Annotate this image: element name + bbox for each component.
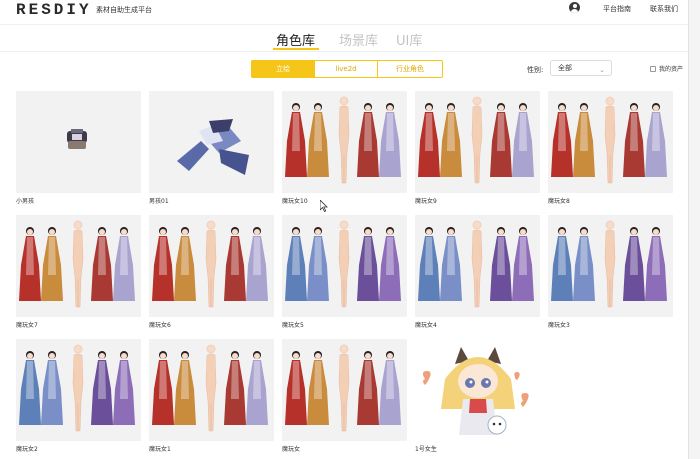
- gender-select-value: 全部: [558, 64, 572, 72]
- asset-card[interactable]: 魔玩女8: [548, 91, 673, 206]
- asset-card-label: 小男孩: [16, 198, 35, 205]
- asset-thumbnail[interactable]: [149, 339, 274, 441]
- gender-select[interactable]: 全部 ⌄: [550, 60, 612, 76]
- header-divider: [0, 24, 688, 25]
- asset-thumbnail[interactable]: [282, 215, 407, 317]
- my-assets-toggle[interactable]: 我的资产: [650, 64, 683, 73]
- asset-card[interactable]: 魔玩女2: [16, 339, 141, 454]
- my-assets-label: 我的资产: [659, 66, 684, 73]
- scrollbar[interactable]: [688, 0, 700, 459]
- nav-guide-link[interactable]: 平台指南: [603, 4, 631, 14]
- asset-card-label: 魔玩女1: [149, 446, 171, 453]
- asset-card-label: 魔玩女7: [16, 322, 38, 329]
- filter-illustration[interactable]: 立绘: [251, 60, 315, 78]
- asset-thumbnail[interactable]: [415, 215, 540, 317]
- asset-thumbnail[interactable]: [282, 91, 407, 193]
- tab-role-library[interactable]: 角色库: [276, 30, 315, 49]
- asset-card-label: 魔玩女9: [415, 198, 437, 205]
- active-tab-indicator: [273, 48, 319, 50]
- filter-industry-role[interactable]: 行业角色: [377, 60, 443, 78]
- asset-card-label: 魔玩女: [282, 446, 301, 453]
- top-header: RESDIY 素材自助生成平台 平台指南 联系我们: [0, 0, 700, 20]
- asset-thumbnail[interactable]: [415, 339, 540, 441]
- asset-thumbnail[interactable]: [16, 91, 141, 193]
- asset-card-label: 魔玩女5: [282, 322, 304, 329]
- asset-card[interactable]: 1号女生: [415, 339, 540, 454]
- chevron-down-icon: ⌄: [599, 66, 605, 74]
- asset-card[interactable]: 魔玩女6: [149, 215, 274, 330]
- asset-card[interactable]: 魔玩女9: [415, 91, 540, 206]
- asset-card-label: 魔玩女3: [548, 322, 570, 329]
- asset-thumbnail[interactable]: [16, 339, 141, 441]
- asset-card[interactable]: 魔玩女3: [548, 215, 673, 330]
- asset-card-label: 魔玩女6: [149, 322, 171, 329]
- mouse-cursor-icon: [320, 200, 328, 212]
- asset-card-label: 1号女生: [415, 446, 437, 453]
- asset-card-label: 男孩01: [149, 198, 169, 205]
- asset-thumbnail[interactable]: [149, 91, 274, 193]
- asset-thumbnail[interactable]: [415, 91, 540, 193]
- asset-card-label: 魔玩女2: [16, 446, 38, 453]
- logo[interactable]: RESDIY: [16, 1, 92, 19]
- asset-card[interactable]: 魔玩女5: [282, 215, 407, 330]
- asset-card[interactable]: 魔玩女1: [149, 339, 274, 454]
- asset-thumbnail[interactable]: [548, 215, 673, 317]
- asset-thumbnail[interactable]: [16, 215, 141, 317]
- my-assets-checkbox[interactable]: [650, 65, 656, 72]
- tagline: 素材自助生成平台: [96, 6, 152, 14]
- gender-label: 性别:: [527, 66, 544, 74]
- asset-card-label: 魔玩女4: [415, 322, 437, 329]
- asset-thumbnail[interactable]: [149, 215, 274, 317]
- nav-contact-link[interactable]: 联系我们: [650, 4, 678, 14]
- tab-ui-library[interactable]: UI库: [396, 30, 422, 49]
- asset-card[interactable]: 魔玩女7: [16, 215, 141, 330]
- filter-live2d[interactable]: live2d: [314, 60, 378, 78]
- user-avatar-icon[interactable]: [569, 2, 580, 13]
- asset-card[interactable]: 小男孩: [16, 91, 141, 206]
- asset-thumbnail[interactable]: [282, 339, 407, 441]
- tabs-divider: [0, 51, 688, 52]
- asset-card[interactable]: 魔玩女10: [282, 91, 407, 206]
- asset-card-label: 魔玩女10: [282, 198, 308, 205]
- asset-card[interactable]: 魔玩女: [282, 339, 407, 454]
- asset-card[interactable]: 魔玩女4: [415, 215, 540, 330]
- asset-card-label: 魔玩女8: [548, 198, 570, 205]
- tab-scene-library[interactable]: 场景库: [339, 30, 378, 49]
- asset-card[interactable]: 男孩01: [149, 91, 274, 206]
- asset-thumbnail[interactable]: [548, 91, 673, 193]
